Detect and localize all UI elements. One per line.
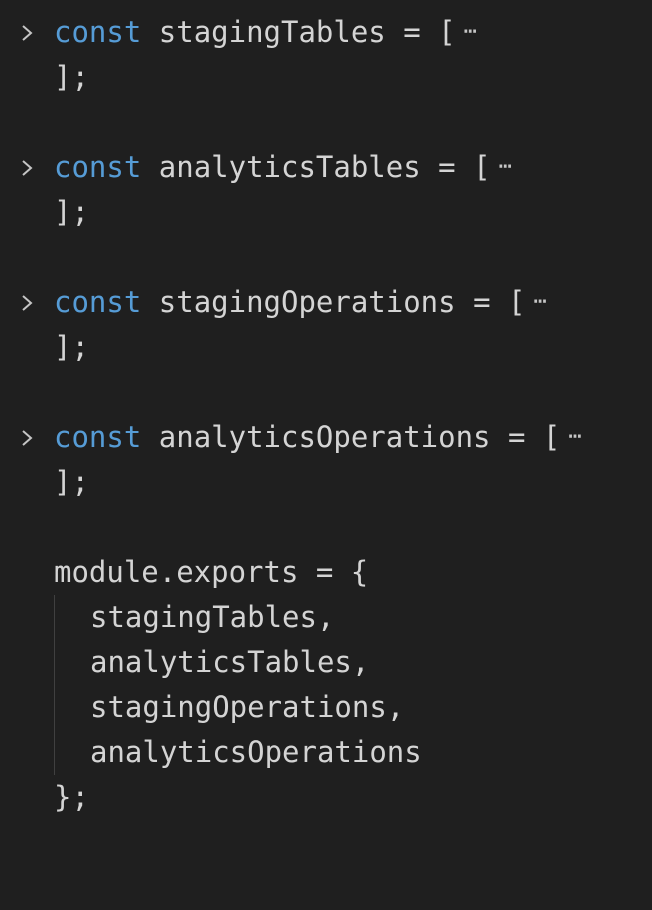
export-item: analyticsTables, xyxy=(90,645,370,679)
folded-region-ellipsis[interactable]: ⋯ xyxy=(499,144,512,189)
open-bracket: [ xyxy=(508,285,526,319)
code-line[interactable]: module.exports = { xyxy=(0,550,652,595)
keyword: const xyxy=(54,420,142,454)
variable-name: analyticsTables xyxy=(158,150,421,184)
chevron-right-icon xyxy=(22,294,33,311)
export-item: stagingTables, xyxy=(90,600,335,634)
variable-name: stagingTables xyxy=(158,15,386,49)
code-line[interactable]: analyticsTables, xyxy=(0,640,652,685)
keyword: const xyxy=(54,150,142,184)
indent-guide xyxy=(54,595,55,640)
folded-region-ellipsis[interactable]: ⋯ xyxy=(533,279,546,324)
close-bracket: ]; xyxy=(54,60,89,94)
variable-name: stagingOperations xyxy=(158,285,456,319)
close-bracket: ]; xyxy=(54,465,89,499)
fold-toggle[interactable] xyxy=(14,280,40,325)
assignment-operator: = xyxy=(438,150,456,184)
blank-line[interactable] xyxy=(0,100,652,145)
keyword: const xyxy=(54,285,142,319)
module-exports-close: }; xyxy=(54,780,89,814)
fold-toggle[interactable] xyxy=(14,145,40,190)
code-line[interactable]: const stagingTables = [⋯ xyxy=(0,10,652,55)
const-declaration: const analyticsTables = [⋯ xyxy=(54,145,512,190)
fold-toggle[interactable] xyxy=(14,415,40,460)
code-line[interactable]: ]; xyxy=(0,460,652,505)
assignment-operator: = xyxy=(507,420,526,454)
code-line[interactable]: ]; xyxy=(0,55,652,100)
export-item: analyticsOperations xyxy=(90,735,422,769)
module-exports-open: module.exports = { xyxy=(54,555,369,589)
code-line[interactable]: const analyticsOperations = [⋯ xyxy=(0,415,652,460)
keyword: const xyxy=(54,15,142,49)
blank-line[interactable] xyxy=(0,505,652,550)
fold-toggle[interactable] xyxy=(14,10,40,55)
code-line[interactable]: ]; xyxy=(0,190,652,235)
code-editor[interactable]: const stagingTables = [⋯ ]; const analyt… xyxy=(0,10,652,820)
const-declaration: const analyticsOperations = [⋯ xyxy=(54,415,582,460)
code-line[interactable]: stagingOperations, xyxy=(0,685,652,730)
const-declaration: const stagingOperations = [⋯ xyxy=(54,280,547,325)
open-bracket: [ xyxy=(473,150,491,184)
code-line[interactable]: analyticsOperations xyxy=(0,730,652,775)
indent-guide xyxy=(54,640,55,685)
close-bracket: ]; xyxy=(54,330,89,364)
code-line[interactable]: ]; xyxy=(0,325,652,370)
code-line[interactable]: stagingTables, xyxy=(0,595,652,640)
assignment-operator: = xyxy=(473,285,491,319)
blank-line[interactable] xyxy=(0,370,652,415)
code-line[interactable]: }; xyxy=(0,775,652,820)
chevron-right-icon xyxy=(22,159,33,176)
folded-region-ellipsis[interactable]: ⋯ xyxy=(464,9,477,54)
export-item: stagingOperations, xyxy=(90,690,405,724)
chevron-right-icon xyxy=(22,429,33,446)
assignment-operator: = xyxy=(403,15,421,49)
code-line[interactable]: const stagingOperations = [⋯ xyxy=(0,280,652,325)
open-bracket: [ xyxy=(438,15,456,49)
folded-region-ellipsis[interactable]: ⋯ xyxy=(568,414,581,459)
indent-guide xyxy=(54,730,55,775)
variable-name: analyticsOperations xyxy=(158,420,491,454)
code-line[interactable]: const analyticsTables = [⋯ xyxy=(0,145,652,190)
const-declaration: const stagingTables = [⋯ xyxy=(54,10,477,55)
blank-line[interactable] xyxy=(0,235,652,280)
chevron-right-icon xyxy=(22,24,33,41)
open-bracket: [ xyxy=(542,420,561,454)
close-bracket: ]; xyxy=(54,195,89,229)
indent-guide xyxy=(54,685,55,730)
